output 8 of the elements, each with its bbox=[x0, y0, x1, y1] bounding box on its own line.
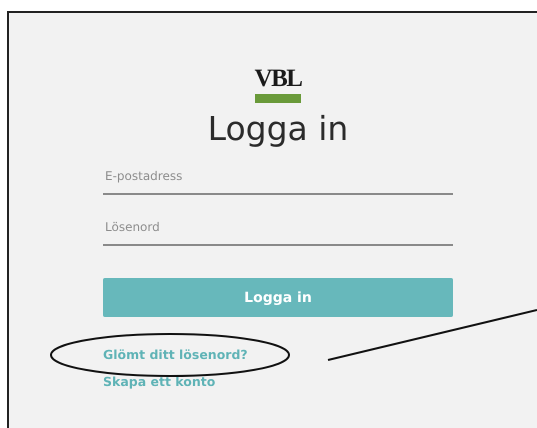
page-title: Logga in bbox=[208, 109, 348, 149]
logo-bar bbox=[255, 94, 301, 103]
password-field[interactable]: Lösenord bbox=[103, 210, 453, 246]
login-button[interactable]: Logga in bbox=[103, 278, 453, 317]
email-field[interactable]: E-postadress bbox=[103, 159, 453, 195]
link[interactable]: Glömt ditt lösenord? bbox=[103, 347, 248, 362]
link[interactable]: Skapa ett konto bbox=[103, 374, 216, 389]
logo-text: VBL bbox=[254, 66, 302, 92]
